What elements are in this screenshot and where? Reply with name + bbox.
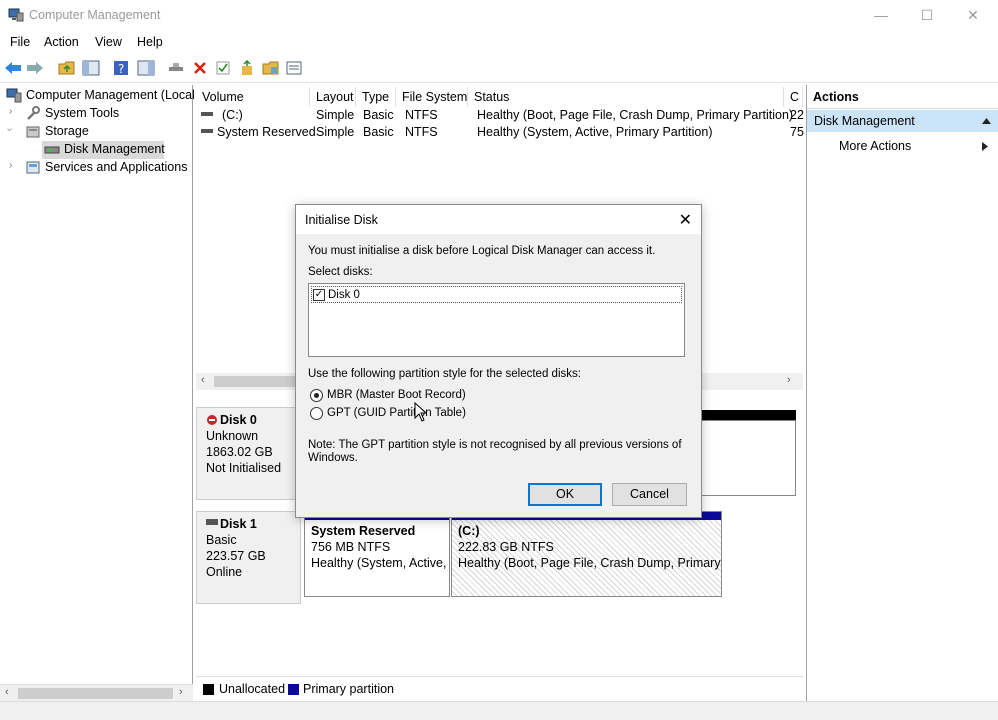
window-title: Computer Management <box>29 8 161 22</box>
cancel-button[interactable]: Cancel <box>612 483 687 506</box>
more-actions-item[interactable]: More Actions <box>839 139 911 153</box>
computer-management-icon <box>6 88 22 103</box>
chevron-right-icon[interactable]: › <box>9 106 12 117</box>
export-icon[interactable] <box>261 58 281 78</box>
disk-0-checkbox[interactable]: ✓ <box>313 289 325 301</box>
svg-text:?: ? <box>118 62 124 76</box>
chevron-down-icon[interactable]: › <box>4 128 15 131</box>
menu-help[interactable]: Help <box>137 35 163 49</box>
disk-select-list[interactable]: ✓ Disk 0 <box>308 283 685 357</box>
show-hide-action-pane-icon[interactable] <box>136 58 156 78</box>
back-arrow-icon[interactable] <box>3 58 23 78</box>
console-tree: Computer Management (Local › System Tool… <box>0 85 195 701</box>
unallocated-swatch <box>203 684 214 695</box>
disk-0-unallocated-region[interactable] <box>699 420 796 496</box>
disk-error-icon <box>207 415 217 425</box>
dialog-title: Initialise Disk <box>305 213 378 227</box>
disk-0-label[interactable]: Disk 0 Unknown 1863.02 GB Not Initialise… <box>196 407 301 500</box>
gpt-radio[interactable] <box>310 407 323 420</box>
disk-drive-icon <box>206 519 218 525</box>
dialog-intro-text: You must initialise a disk before Logica… <box>308 245 656 257</box>
tree-item-system-tools[interactable]: › System Tools <box>0 105 193 123</box>
tree-item-computer-management[interactable]: Computer Management (Local <box>0 87 195 105</box>
partition-style-label: Use the following partition style for th… <box>308 368 581 380</box>
tree-item-storage[interactable]: › Storage <box>0 123 193 141</box>
menu-file[interactable]: File <box>10 35 30 49</box>
primary-partition-swatch <box>288 684 299 695</box>
submenu-arrow-icon[interactable] <box>982 142 988 151</box>
column-header-status[interactable]: Status <box>468 87 784 107</box>
tree-horizontal-scrollbar[interactable]: ‹ › <box>0 684 193 701</box>
dialog-title-bar: Initialise Disk ✕ <box>296 205 701 234</box>
toolbar: ? <box>0 53 998 83</box>
forward-arrow-icon[interactable] <box>25 58 45 78</box>
scroll-right-icon[interactable]: › <box>787 374 791 386</box>
view-options-icon[interactable] <box>284 58 304 78</box>
dialog-close-icon[interactable]: ✕ <box>679 210 692 230</box>
menu-action[interactable]: Action <box>44 35 79 49</box>
scroll-right-icon[interactable]: › <box>179 686 183 698</box>
gpt-note-line-1: Note: The GPT partition style is not rec… <box>308 439 682 451</box>
computer-management-icon <box>8 8 24 22</box>
up-folder-icon[interactable] <box>57 58 77 78</box>
partition-c-drive[interactable]: (C:) 222.83 GB NTFS Healthy (Boot, Page … <box>451 511 722 597</box>
help-icon[interactable]: ? <box>111 58 131 78</box>
initialise-disk-dialog: Initialise Disk ✕ You must initialise a … <box>295 204 702 518</box>
actions-disk-management[interactable]: Disk Management <box>807 110 998 132</box>
mouse-cursor-icon <box>414 402 428 422</box>
tree-item-services-applications[interactable]: › Services and Applications <box>0 159 193 177</box>
column-header-file-system[interactable]: File System <box>396 87 468 107</box>
scroll-left-icon[interactable]: ‹ <box>201 374 205 386</box>
properties-check-icon[interactable] <box>213 58 233 78</box>
menu-bar: File Action View Help <box>0 31 998 53</box>
gpt-label[interactable]: GPT (GUID Partition Table) <box>327 407 466 419</box>
partition-system-reserved[interactable]: System Reserved 756 MB NTFS Healthy (Sys… <box>304 511 450 597</box>
table-row[interactable]: System Reserved Simple Basic NTFS Health… <box>196 124 804 141</box>
partition-legend: Unallocated Primary partition <box>196 676 803 700</box>
connect-drive-icon[interactable] <box>166 58 186 78</box>
collapse-triangle-icon[interactable] <box>982 118 991 124</box>
column-header-volume[interactable]: Volume <box>196 87 310 107</box>
show-hide-tree-icon[interactable] <box>81 58 101 78</box>
list-item-disk-0[interactable]: ✓ Disk 0 <box>311 286 682 303</box>
volume-icon <box>201 112 213 116</box>
tools-icon <box>27 106 40 120</box>
actions-header: Actions <box>807 85 998 109</box>
table-row[interactable]: (C:) Simple Basic NTFS Healthy (Boot, Pa… <box>196 107 804 124</box>
mbr-label[interactable]: MBR (Master Boot Record) <box>327 389 466 401</box>
new-folder-icon[interactable] <box>237 58 257 78</box>
services-icon <box>26 161 40 174</box>
column-header-type[interactable]: Type <box>356 87 396 107</box>
status-bar <box>0 701 998 720</box>
select-disks-label: Select disks: <box>308 266 373 278</box>
scrollbar-thumb[interactable] <box>18 688 173 699</box>
disk-1-label[interactable]: Disk 1 Basic 223.57 GB Online <box>196 511 301 604</box>
menu-view[interactable]: View <box>95 35 122 49</box>
actions-pane: Actions Disk Management More Actions <box>806 85 998 701</box>
gpt-note-line-2: Windows. <box>308 452 358 464</box>
tree-item-disk-management[interactable]: Disk Management <box>42 141 165 159</box>
close-button[interactable]: ✕ <box>958 4 988 26</box>
title-bar: Computer Management — ☐ ✕ <box>0 0 998 31</box>
volume-icon <box>201 129 213 133</box>
column-header-layout[interactable]: Layout <box>310 87 356 107</box>
ok-button[interactable]: OK <box>528 483 602 506</box>
maximize-button[interactable]: ☐ <box>912 4 942 26</box>
disk-0-unallocated-bar <box>699 410 796 420</box>
chevron-right-icon[interactable]: › <box>9 160 12 171</box>
column-header-capacity[interactable]: C <box>784 87 803 107</box>
storage-icon <box>26 126 40 138</box>
disk-drive-icon <box>44 146 60 154</box>
mbr-radio[interactable] <box>310 389 323 402</box>
scroll-left-icon[interactable]: ‹ <box>5 686 9 698</box>
delete-icon[interactable] <box>190 58 210 78</box>
minimize-button[interactable]: — <box>866 4 896 26</box>
